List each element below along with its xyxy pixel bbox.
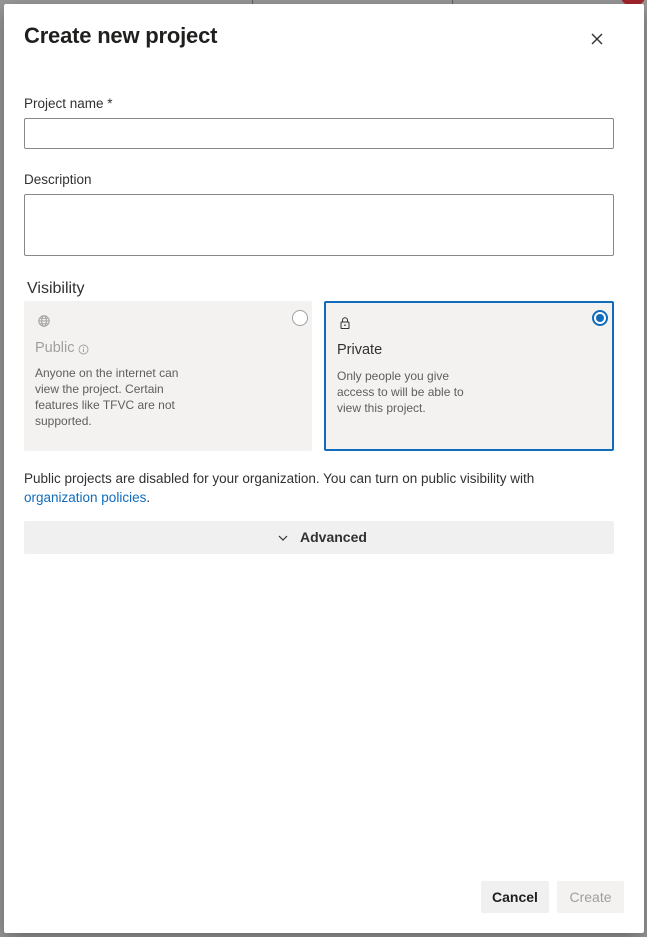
description-label: Description [24,172,92,187]
chevron-down-icon [278,535,288,541]
create-project-dialog: Create new project Project name * Descri… [4,4,644,933]
visibility-notice-end: . [146,490,151,505]
project-name-input[interactable] [24,118,614,149]
visibility-option-public[interactable]: Public Anyone on the internet can view t… [24,301,312,451]
lock-icon [340,317,350,329]
organization-policies-link[interactable]: organization policies [24,490,146,505]
visibility-label: Visibility [27,280,85,297]
project-name-label: Project name * [24,96,113,111]
globe-icon [38,315,50,327]
create-button[interactable]: Create [557,881,624,913]
advanced-section-toggle[interactable]: Advanced [24,521,614,554]
public-radio[interactable] [292,310,308,326]
description-input[interactable] [24,194,614,256]
close-button[interactable] [586,28,608,50]
private-description: Only people you give access to will be a… [337,369,464,415]
public-title: Public [35,340,75,356]
close-icon [591,33,603,45]
public-description: Anyone on the internet can view the proj… [35,366,179,428]
visibility-notice: Public projects are disabled for your or… [24,469,624,507]
info-icon [78,344,89,355]
private-title: Private [337,342,383,358]
advanced-label: Advanced [300,529,367,545]
visibility-notice-text: Public projects are disabled for your or… [24,471,535,486]
private-radio[interactable] [592,310,608,326]
visibility-option-private[interactable]: Private Only people you give access to w… [324,301,614,451]
dialog-title: Create new project [24,23,218,48]
cancel-button[interactable]: Cancel [481,881,549,913]
